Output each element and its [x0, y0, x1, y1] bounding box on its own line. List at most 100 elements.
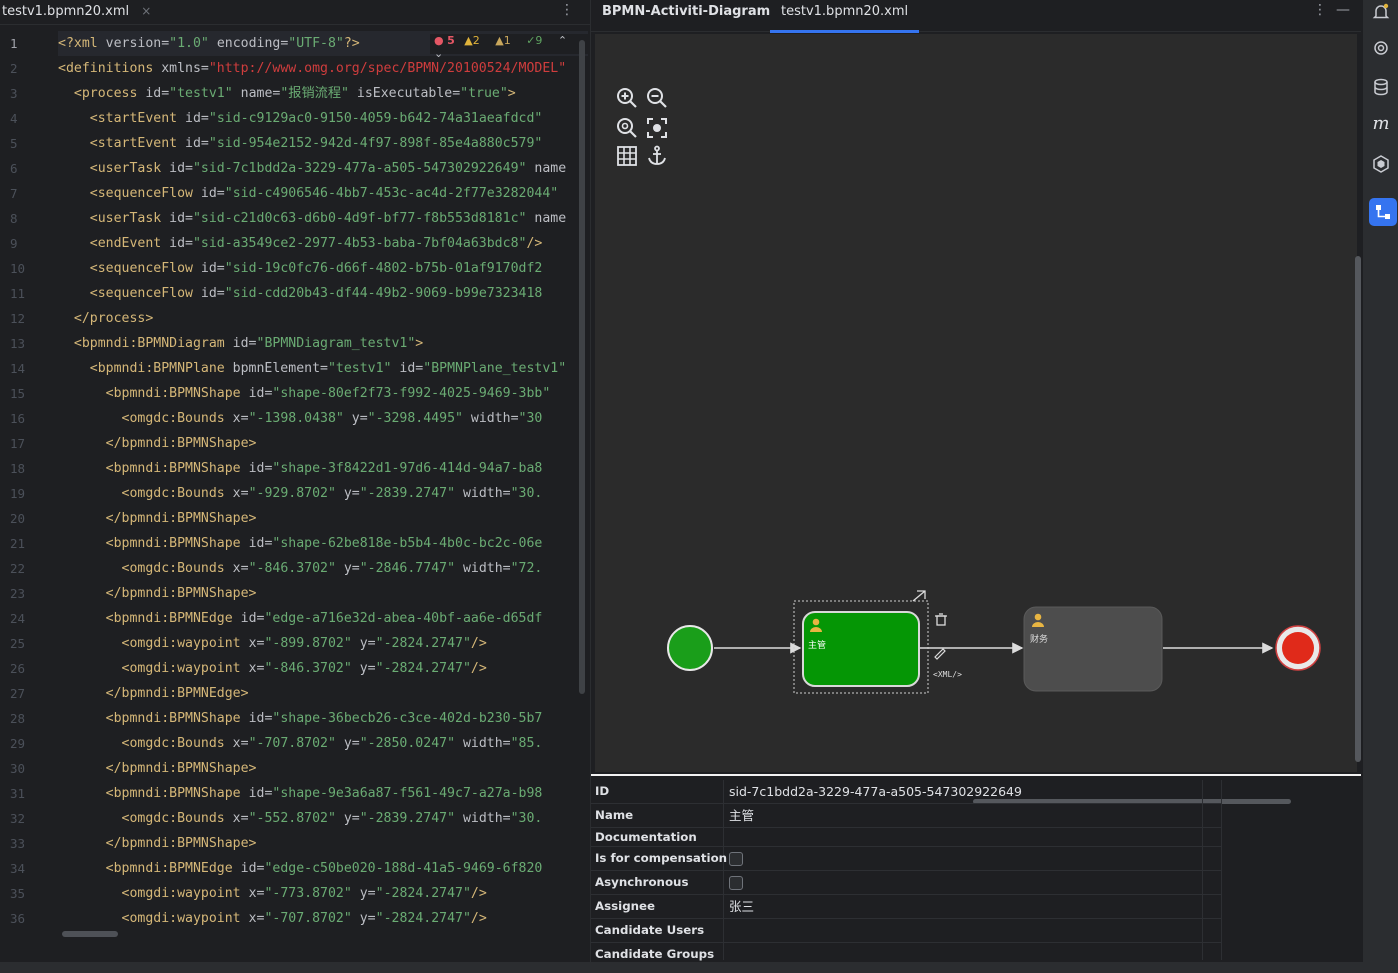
notifications-icon[interactable]	[1371, 2, 1391, 22]
close-icon[interactable]: ×	[141, 4, 151, 18]
line-number: 2	[10, 61, 18, 76]
compensation-checkbox[interactable]	[729, 852, 743, 866]
inspection-widget[interactable]: ● 5 ▲2 ▲1 ✓9 ⌃ ⌄	[430, 34, 590, 60]
code-token: encoding=	[208, 36, 289, 51]
code-line[interactable]: <bpmndi:BPMNShape id="shape-36becb26-c3c…	[58, 706, 588, 731]
code-line[interactable]: <bpmndi:BPMNPlane bpmnElement="testv1" i…	[58, 356, 588, 381]
code-token: <omgdc:Bounds	[58, 561, 233, 576]
property-row-assignee[interactable]: Assignee 张三	[591, 895, 1221, 919]
code-token: <bpmndi:BPMNShape	[58, 536, 249, 551]
code-line[interactable]: </bpmndi:BPMNEdge>	[58, 681, 588, 706]
property-label: ID	[595, 784, 610, 798]
line-number: 4	[10, 111, 18, 126]
code-line[interactable]: <omgdi:waypoint x="-899.8702" y="-2824.2…	[58, 631, 588, 656]
code-line[interactable]: <bpmndi:BPMNDiagram id="BPMNDiagram_test…	[58, 331, 588, 356]
code-line[interactable]: </bpmndi:BPMNShape>	[58, 756, 588, 781]
xml-label[interactable]: <XML/>	[933, 670, 962, 679]
code-token: </bpmndi:BPMNShape>	[58, 511, 257, 526]
code-token: <userTask	[58, 211, 170, 226]
wrench-icon[interactable]	[934, 648, 946, 660]
code-line[interactable]: <omgdc:Bounds x="-929.8702" y="-2839.274…	[58, 481, 588, 506]
minimize-icon[interactable]: —	[1336, 2, 1350, 18]
code-line[interactable]: <endEvent id="sid-a3549ce2-2977-4b53-bab…	[58, 231, 588, 256]
properties-divider[interactable]	[591, 774, 1361, 776]
code-area[interactable]: <?xml version="1.0" encoding="UTF-8"?> <d…	[58, 31, 588, 941]
name-field[interactable]: 主管	[729, 804, 754, 827]
chevron-up-icon[interactable]: ⌃	[558, 34, 567, 47]
code-line[interactable]: <sequenceFlow id="sid-cdd20b43-df44-49b2…	[58, 281, 588, 306]
property-label: Asynchronous	[595, 875, 689, 889]
code-token: <process	[58, 86, 146, 101]
assignee-field[interactable]: 张三	[729, 895, 754, 918]
more-vertical-icon[interactable]: ⋮	[560, 2, 574, 18]
code-line[interactable]: <bpmndi:BPMNShape id="shape-3f8422d1-97d…	[58, 456, 588, 481]
code-line[interactable]: <startEvent id="sid-c9129ac0-9150-4059-b…	[58, 106, 588, 131]
code-token: />	[470, 886, 487, 901]
bpmn-canvas[interactable]: 主管 <XML/> 财务	[595, 34, 1361, 804]
code-line[interactable]: </bpmndi:BPMNShape>	[58, 431, 588, 456]
line-number: 22	[10, 561, 26, 576]
code-token: "shape-80ef2f73-f992-4025-9469-3bb"	[272, 386, 551, 401]
canvas-vertical-scrollbar[interactable]	[1355, 256, 1361, 762]
code-line[interactable]: <bpmndi:BPMNShape id="shape-80ef2f73-f99…	[58, 381, 588, 406]
m-icon[interactable]: m	[1371, 114, 1391, 134]
chevron-down-icon[interactable]: ⌄	[434, 47, 443, 60]
editor-vertical-scrollbar[interactable]	[579, 40, 585, 694]
code-line[interactable]: <process id="testv1" name="报销流程" isExecu…	[58, 81, 588, 106]
property-row-id[interactable]: ID sid-7c1bdd2a-3229-477a-a505-547302922…	[591, 780, 1221, 804]
user-task-2[interactable]: 财务	[1023, 606, 1163, 692]
code-line[interactable]: </process>	[58, 306, 588, 331]
code-token: y=	[351, 886, 376, 901]
line-number: 34	[10, 861, 26, 876]
code-line[interactable]: <startEvent id="sid-954e2152-942d-4f97-8…	[58, 131, 588, 156]
code-line[interactable]: <bpmndi:BPMNEdge id="edge-c50be020-188d-…	[58, 856, 588, 881]
ai-assistant-icon[interactable]	[1371, 38, 1391, 58]
end-event[interactable]	[1275, 625, 1321, 671]
connect-arrow-icon[interactable]	[912, 590, 926, 602]
tab-bpmn-diagram[interactable]: BPMN-Activiti-Diagram	[602, 0, 770, 30]
code-line[interactable]: <omgdi:waypoint x="-846.3702" y="-2824.2…	[58, 656, 588, 681]
property-row-documentation[interactable]: Documentation	[591, 828, 1221, 847]
property-row-compensation[interactable]: Is for compensation	[591, 847, 1221, 871]
database-icon[interactable]	[1371, 77, 1391, 97]
editor-tab[interactable]: testv1.bpmn20.xml ×	[0, 0, 153, 24]
code-line[interactable]: <bpmndi:BPMNShape id="shape-9e3a6a87-f56…	[58, 781, 588, 806]
code-line[interactable]: </bpmndi:BPMNShape>	[58, 506, 588, 531]
code-line[interactable]: <sequenceFlow id="sid-c4906546-4bb7-453c…	[58, 181, 588, 206]
code-line[interactable]: <bpmndi:BPMNShape id="shape-62be818e-b5b…	[58, 531, 588, 556]
line-number: 13	[10, 336, 26, 351]
plugin-icon[interactable]	[1371, 154, 1391, 174]
property-row-name[interactable]: Name 主管	[591, 804, 1221, 828]
bpmn-tool-icon[interactable]	[1369, 198, 1397, 226]
code-line[interactable]: <omgdc:Bounds x="-552.8702" y="-2839.274…	[58, 806, 588, 831]
code-line[interactable]: <sequenceFlow id="sid-19c0fc76-d66f-4802…	[58, 256, 588, 281]
property-row-candidate-users[interactable]: Candidate Users	[591, 919, 1221, 943]
code-line[interactable]: <omgdc:Bounds x="-1398.0438" y="-3298.44…	[58, 406, 588, 431]
tab-xml-file[interactable]: testv1.bpmn20.xml	[770, 0, 920, 33]
code-line[interactable]: <userTask id="sid-c21d0c63-d6b0-4d9f-bf7…	[58, 206, 588, 231]
code-token: />	[470, 911, 487, 926]
trash-icon[interactable]	[935, 613, 947, 626]
code-line[interactable]: <bpmndi:BPMNEdge id="edge-a716e32d-abea-…	[58, 606, 588, 631]
property-row-asynchronous[interactable]: Asynchronous	[591, 871, 1221, 895]
code-line[interactable]: <definitions xmlns="http://www.omg.org/s…	[58, 56, 588, 81]
editor-horizontal-scrollbar[interactable]	[62, 931, 118, 937]
code-line[interactable]: <omgdc:Bounds x="-846.3702" y="-2846.774…	[58, 556, 588, 581]
user-task-selected[interactable]: 主管 <XML/>	[793, 590, 962, 694]
code-line[interactable]: <omgdi:waypoint x="-773.8702" y="-2824.2…	[58, 881, 588, 906]
code-line[interactable]: <omgdi:waypoint x="-707.8702" y="-2824.2…	[58, 906, 588, 931]
more-vertical-icon[interactable]: ⋮	[1313, 2, 1327, 18]
code-line[interactable]: </bpmndi:BPMNShape>	[58, 581, 588, 606]
bpmn-diagram[interactable]: 主管 <XML/> 财务	[595, 34, 1357, 772]
xml-editor[interactable]: testv1.bpmn20.xml × ⋮ 1 2 3 4 5 6 7 8 9 10 11 12 13 1…	[0, 0, 590, 973]
code-token: id=	[248, 786, 273, 801]
start-event[interactable]	[667, 625, 713, 671]
code-token: y=	[351, 911, 376, 926]
code-line[interactable]: <omgdc:Bounds x="-707.8702" y="-2850.024…	[58, 731, 588, 756]
code-token: "sid-954e2152-942d-4f97-898f-85e4a880c57…	[208, 136, 543, 151]
code-line[interactable]: <userTask id="sid-7c1bdd2a-3229-477a-a50…	[58, 156, 588, 181]
asynchronous-checkbox[interactable]	[729, 876, 743, 890]
id-field[interactable]: sid-7c1bdd2a-3229-477a-a505-547302922649	[729, 780, 1022, 803]
code-token: "http://www.omg.org/spec/BPMN/20100524/M…	[208, 61, 567, 76]
code-line[interactable]: </bpmndi:BPMNShape>	[58, 831, 588, 856]
